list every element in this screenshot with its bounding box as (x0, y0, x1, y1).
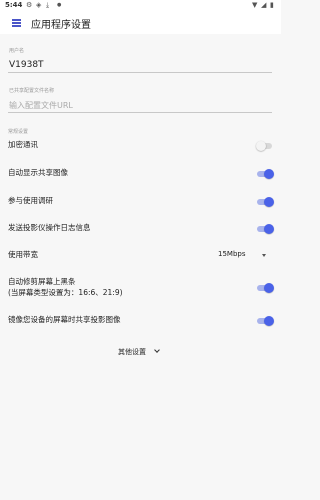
setting-label-auto-trim-black-bars: 自动修剪屏幕上黑条 (8, 277, 76, 286)
username-field[interactable]: V1938T (9, 60, 44, 70)
wifi-icon: ▼ (252, 1, 258, 9)
encrypted-communication-toggle[interactable] (256, 140, 274, 151)
menu-icon[interactable] (12, 19, 21, 27)
download-icon: ⤓ (46, 1, 50, 9)
shield-icon: ◈ (36, 1, 42, 9)
settings-icon: ⚙ (26, 1, 33, 9)
mirror-share-projection-toggle[interactable] (256, 315, 274, 326)
shared-config-url-input[interactable]: 输入配置文件URL (9, 100, 73, 111)
username-underline (8, 72, 272, 73)
setting-label-mirror-share-projection: 镜像您设备的屏幕时共享投影图像 (8, 315, 121, 324)
more-settings-label: 其他设置 (118, 348, 146, 356)
app-bar: 应用程序设置 (0, 12, 281, 34)
page-title: 应用程序设置 (31, 20, 91, 31)
status-time: 5:44 (5, 1, 23, 9)
dropdown-arrow-icon (262, 254, 266, 257)
username-label: 用户名 (9, 48, 25, 54)
setting-label-bandwidth: 使用带宽 (8, 250, 38, 259)
shared-config-underline (8, 112, 272, 113)
signal-icon: ◢ (261, 1, 267, 9)
battery-icon: ▮ (270, 1, 274, 9)
setting-label-usage-survey: 参与使用调研 (8, 196, 53, 205)
setting-label-auto-display-shared-image: 自动显示共享图像 (8, 168, 68, 177)
bandwidth-value: 15Mbps (218, 250, 246, 258)
bandwidth-select[interactable]: 15Mbps (218, 249, 268, 261)
chevron-down-icon (154, 347, 160, 353)
shared-config-label: 已共享配置文件名称 (9, 88, 55, 94)
auto-display-shared-image-toggle[interactable] (256, 168, 274, 179)
more-settings-button[interactable]: 其他设置 (118, 346, 166, 358)
auto-trim-black-bars-toggle[interactable] (256, 282, 274, 293)
usage-survey-toggle[interactable] (256, 196, 274, 207)
section-header-general: 常规设置 (8, 129, 29, 135)
setting-sublabel-auto-trim-black-bars: (当屏幕类型设置为：16:6、21:9) (8, 288, 123, 297)
send-operation-log-toggle[interactable] (256, 223, 274, 234)
status-bar: 5:44 ⚙ ◈ ⤓ ● ▼ ◢ ▮ (0, 0, 281, 12)
setting-label-send-operation-log: 发送投影仪操作日志信息 (8, 223, 91, 232)
setting-label-encrypted-communication: 加密通讯 (8, 140, 38, 149)
dot-icon: ● (57, 2, 62, 8)
